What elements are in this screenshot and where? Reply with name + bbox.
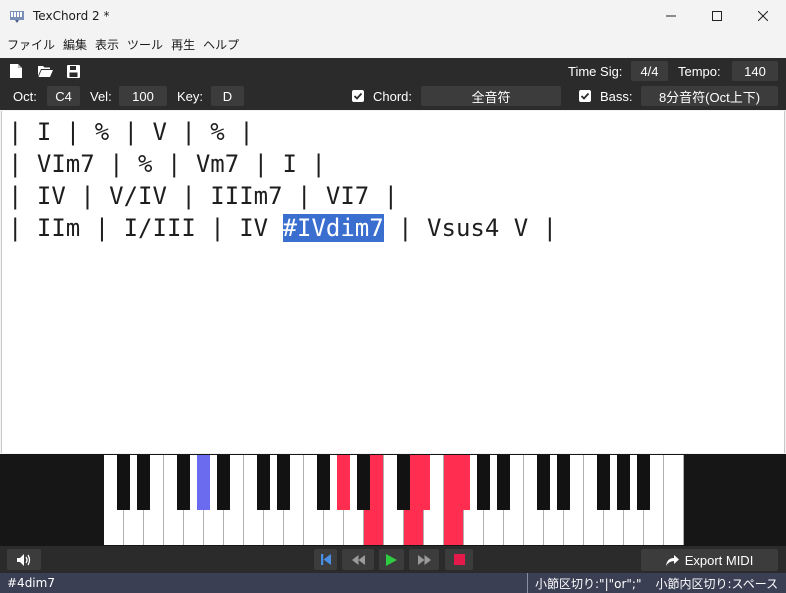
chord-duration-select[interactable]: 全音符 [421, 86, 561, 106]
transport-bar: Export MIDI [0, 546, 786, 573]
black-key[interactable] [417, 455, 430, 510]
editor-text: | Vsus4 V | [383, 214, 558, 242]
piano-keys [104, 455, 684, 545]
bass-label: Bass: [600, 88, 633, 104]
time-sig-field[interactable]: 4/4 [631, 61, 668, 81]
oct-label: Oct: [13, 88, 37, 104]
editor-text: | IIm | I/III | IV [8, 214, 283, 242]
selected-chord: #IVdim7 [282, 214, 384, 242]
black-key[interactable] [177, 455, 190, 510]
time-sig-label: Time Sig: [568, 63, 623, 79]
open-folder-icon[interactable] [37, 63, 53, 79]
editor-line: | I | % | V | % | [8, 118, 254, 146]
black-key[interactable] [217, 455, 230, 510]
black-key[interactable] [457, 455, 470, 510]
bass-checkbox[interactable] [579, 90, 591, 102]
black-key[interactable] [257, 455, 270, 510]
black-key[interactable] [497, 455, 510, 510]
window-title: TexChord 2 * [33, 8, 110, 23]
piano-keyboard [0, 454, 786, 546]
black-key[interactable] [637, 455, 650, 510]
minimize-button[interactable] [648, 0, 694, 31]
chord-label: Chord: [373, 88, 413, 104]
speaker-icon [17, 553, 31, 566]
stop-button[interactable] [445, 549, 473, 570]
black-key[interactable] [277, 455, 290, 510]
key-field[interactable]: D [211, 86, 244, 106]
rewind-icon [351, 554, 365, 565]
menu-edit[interactable]: 編集 [61, 36, 93, 53]
black-key[interactable] [477, 455, 490, 510]
black-key[interactable] [117, 455, 130, 510]
black-key[interactable] [597, 455, 610, 510]
white-key[interactable] [664, 455, 684, 545]
maximize-button[interactable] [694, 0, 740, 31]
save-icon[interactable] [65, 63, 81, 79]
new-file-icon[interactable] [8, 63, 24, 79]
editor-line: | IIm | I/III | IV #IVdim7 | Vsus4 V | [8, 212, 784, 244]
close-button[interactable] [740, 0, 786, 31]
tempo-label: Tempo: [678, 63, 721, 79]
black-key[interactable] [337, 455, 350, 510]
vel-label: Vel: [90, 88, 112, 104]
title-bar: TexChord 2 * [0, 0, 786, 31]
oct-field[interactable]: C4 [47, 86, 80, 106]
rewind-button[interactable] [342, 549, 374, 570]
export-midi-label: Export MIDI [684, 552, 754, 568]
stop-icon [453, 554, 465, 565]
status-current-chord: #4dim7 [7, 576, 55, 590]
black-key[interactable] [197, 455, 210, 510]
menu-view[interactable]: 表示 [93, 36, 125, 53]
key-label: Key: [177, 88, 204, 104]
black-key[interactable] [617, 455, 630, 510]
chord-editor[interactable]: | I | % | V | % | | VIm7 | % | Vm7 | I |… [1, 111, 785, 453]
app-icon [9, 8, 25, 24]
status-beat-separator-hint: 小節内区切り:スペース [655, 576, 779, 591]
fast-forward-icon [417, 554, 431, 565]
bass-pattern-select[interactable]: 8分音符(Oct上下) [641, 86, 778, 106]
play-icon [386, 553, 397, 566]
share-arrow-icon [665, 554, 679, 566]
skip-to-start-button[interactable] [314, 549, 337, 570]
volume-button[interactable] [7, 549, 41, 570]
status-bar-separator-hint: 小節区切り:"|"or";" [535, 576, 642, 591]
export-midi-button[interactable]: Export MIDI [641, 549, 778, 571]
black-key[interactable] [397, 455, 410, 510]
play-button[interactable] [379, 549, 404, 570]
black-key[interactable] [557, 455, 570, 510]
menu-help[interactable]: ヘルプ [201, 36, 245, 53]
editor-line: | VIm7 | % | Vm7 | I | [8, 150, 326, 178]
menu-tools[interactable]: ツール [125, 36, 169, 53]
black-key[interactable] [357, 455, 370, 510]
toolbar: Time Sig: 4/4 Tempo: 140 Oct: C4 Vel: 10… [0, 58, 786, 110]
menu-play[interactable]: 再生 [169, 36, 201, 53]
menu-file[interactable]: ファイル [5, 36, 61, 53]
fast-forward-button[interactable] [409, 549, 439, 570]
editor-line: | IV | V/IV | IIIm7 | VI7 | [8, 182, 399, 210]
tempo-field[interactable]: 140 [732, 61, 778, 81]
chord-checkbox[interactable] [352, 90, 364, 102]
status-bar: #4dim7 小節区切り:"|"or";" 小節内区切り:スペース [0, 573, 786, 593]
skip-to-start-icon [320, 554, 331, 565]
menu-bar: ファイル 編集 表示 ツール 再生 ヘルプ [0, 33, 786, 55]
black-key[interactable] [317, 455, 330, 510]
black-key[interactable] [137, 455, 150, 510]
black-key[interactable] [537, 455, 550, 510]
vel-field[interactable]: 100 [119, 86, 167, 106]
